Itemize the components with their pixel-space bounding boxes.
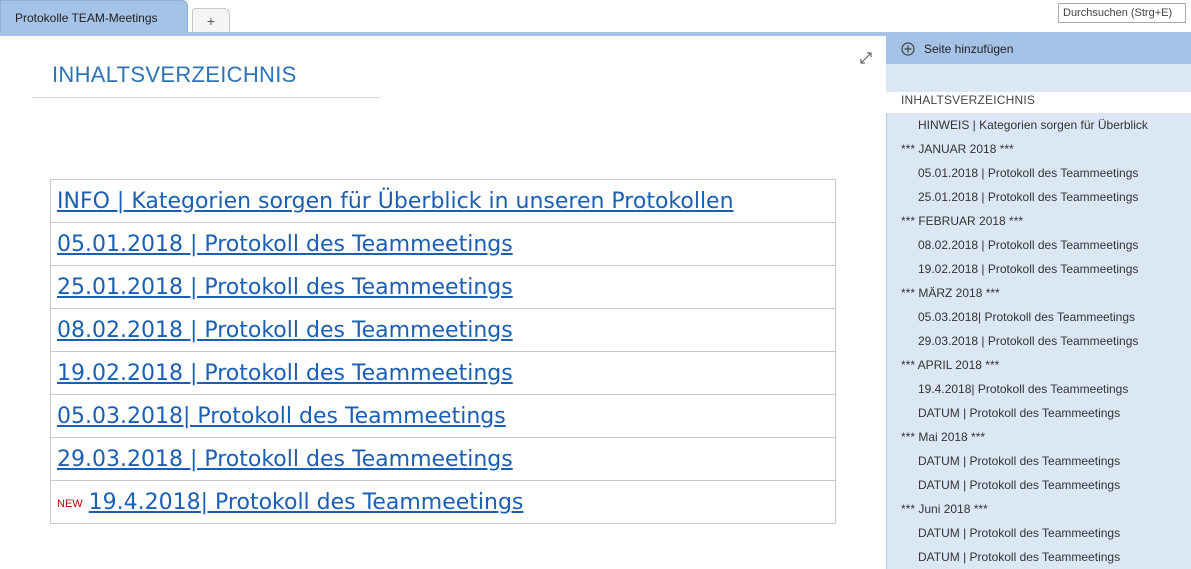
pane-page-item[interactable]: DATUM | Protokoll des Teammeetings (887, 401, 1191, 425)
pane-group-header[interactable]: *** MÄRZ 2018 *** (887, 281, 1191, 305)
toc-row: 19.02.2018 | Protokoll des Teammeetings (50, 351, 836, 395)
toc-row: 05.03.2018| Protokoll des Teammeetings (50, 394, 836, 438)
toc-cell: INFO | Kategorien sorgen für Überblick i… (50, 179, 836, 223)
title-divider (32, 97, 380, 98)
section-tab-bar: Protokolle TEAM-Meetings + Durchsuchen (… (0, 0, 1191, 36)
toc-cell: 19.02.2018 | Protokoll des Teammeetings (50, 351, 836, 395)
toc-row: 05.01.2018 | Protokoll des Teammeetings (50, 222, 836, 266)
plus-icon: + (206, 13, 216, 29)
toc-cell: 05.01.2018 | Protokoll des Teammeetings (50, 222, 836, 266)
pane-page-item[interactable]: 08.02.2018 | Protokoll des Teammeetings (887, 233, 1191, 257)
pane-page-item[interactable]: 29.03.2018 | Protokoll des Teammeetings (887, 329, 1191, 353)
page-pane: Seite hinzufügen INHALTSVERZEICHNIS HINW… (886, 36, 1191, 569)
pane-page-item[interactable]: DATUM | Protokoll des Teammeetings (887, 521, 1191, 545)
pane-page-item[interactable]: HINWEIS | Kategorien sorgen für Überblic… (887, 113, 1191, 137)
toc-row: 29.03.2018 | Protokoll des Teammeetings (50, 437, 836, 481)
add-page-button[interactable]: Seite hinzufügen (886, 36, 1191, 64)
add-page-label: Seite hinzufügen (924, 42, 1014, 56)
pane-group-header[interactable]: *** FEBRUAR 2018 *** (887, 209, 1191, 233)
toc-row: NEW 19.4.2018| Protokoll des Teammeetings (50, 480, 836, 524)
pane-page-item[interactable]: 05.03.2018| Protokoll des Teammeetings (887, 305, 1191, 329)
pane-page-item[interactable]: 05.01.2018 | Protokoll des Teammeetings (887, 161, 1191, 185)
new-badge: NEW (57, 498, 83, 511)
toc-link[interactable]: 08.02.2018 | Protokoll des Teammeetings (57, 318, 513, 343)
toc-link[interactable]: 19.02.2018 | Protokoll des Teammeetings (57, 361, 513, 386)
toc-row: 08.02.2018 | Protokoll des Teammeetings (50, 308, 836, 352)
toc-link[interactable]: 25.01.2018 | Protokoll des Teammeetings (57, 275, 513, 300)
pane-page-item[interactable]: DATUM | Protokoll des Teammeetings (887, 473, 1191, 497)
toc-link[interactable]: 05.03.2018| Protokoll des Teammeetings (57, 404, 506, 429)
toc-table: INFO | Kategorien sorgen für Überblick i… (50, 179, 836, 524)
search-input[interactable]: Durchsuchen (Strg+E) (1058, 3, 1186, 23)
toc-cell: 05.03.2018| Protokoll des Teammeetings (50, 394, 836, 438)
toc-row: INFO | Kategorien sorgen für Überblick i… (50, 179, 836, 223)
toc-cell: 08.02.2018 | Protokoll des Teammeetings (50, 308, 836, 352)
pane-selected-strip (886, 64, 1191, 92)
add-section-tab[interactable]: + (192, 8, 230, 32)
tab-protokolle-team-meetings[interactable]: Protokolle TEAM-Meetings (0, 0, 188, 33)
plus-circle-icon (901, 42, 915, 56)
toc-link[interactable]: 05.01.2018 | Protokoll des Teammeetings (57, 232, 513, 257)
expand-icon[interactable] (858, 50, 874, 66)
pane-group-header[interactable]: *** Mai 2018 *** (887, 425, 1191, 449)
pane-group-header[interactable]: *** APRIL 2018 *** (887, 353, 1191, 377)
toc-link[interactable]: 19.4.2018| Protokoll des Teammeetings (89, 490, 524, 515)
pane-group-header[interactable]: *** JANUAR 2018 *** (887, 137, 1191, 161)
page-title: INHALTSVERZEICHNIS (52, 62, 297, 87)
toc-cell: 25.01.2018 | Protokoll des Teammeetings (50, 265, 836, 309)
toc-link[interactable]: 29.03.2018 | Protokoll des Teammeetings (57, 447, 513, 472)
pane-heading[interactable]: INHALTSVERZEICHNIS (901, 93, 1035, 107)
pane-page-item[interactable]: 25.01.2018 | Protokoll des Teammeetings (887, 185, 1191, 209)
toc-link[interactable]: INFO | Kategorien sorgen für Überblick i… (57, 189, 734, 214)
page-list: HINWEIS | Kategorien sorgen für Überblic… (886, 113, 1191, 569)
toc-row: 25.01.2018 | Protokoll des Teammeetings (50, 265, 836, 309)
pane-group-header[interactable]: *** Juni 2018 *** (887, 497, 1191, 521)
toc-cell: NEW 19.4.2018| Protokoll des Teammeetings (50, 480, 836, 524)
pane-page-item[interactable]: 19.02.2018 | Protokoll des Teammeetings (887, 257, 1191, 281)
tab-label: Protokolle TEAM-Meetings (15, 11, 158, 25)
pane-page-item[interactable]: DATUM | Protokoll des Teammeetings (887, 545, 1191, 569)
search-placeholder: Durchsuchen (Strg+E) (1063, 7, 1173, 19)
pane-page-item[interactable]: 19.4.2018| Protokoll des Teammeetings (887, 377, 1191, 401)
toc-cell: 29.03.2018 | Protokoll des Teammeetings (50, 437, 836, 481)
pane-page-item[interactable]: DATUM | Protokoll des Teammeetings (887, 449, 1191, 473)
